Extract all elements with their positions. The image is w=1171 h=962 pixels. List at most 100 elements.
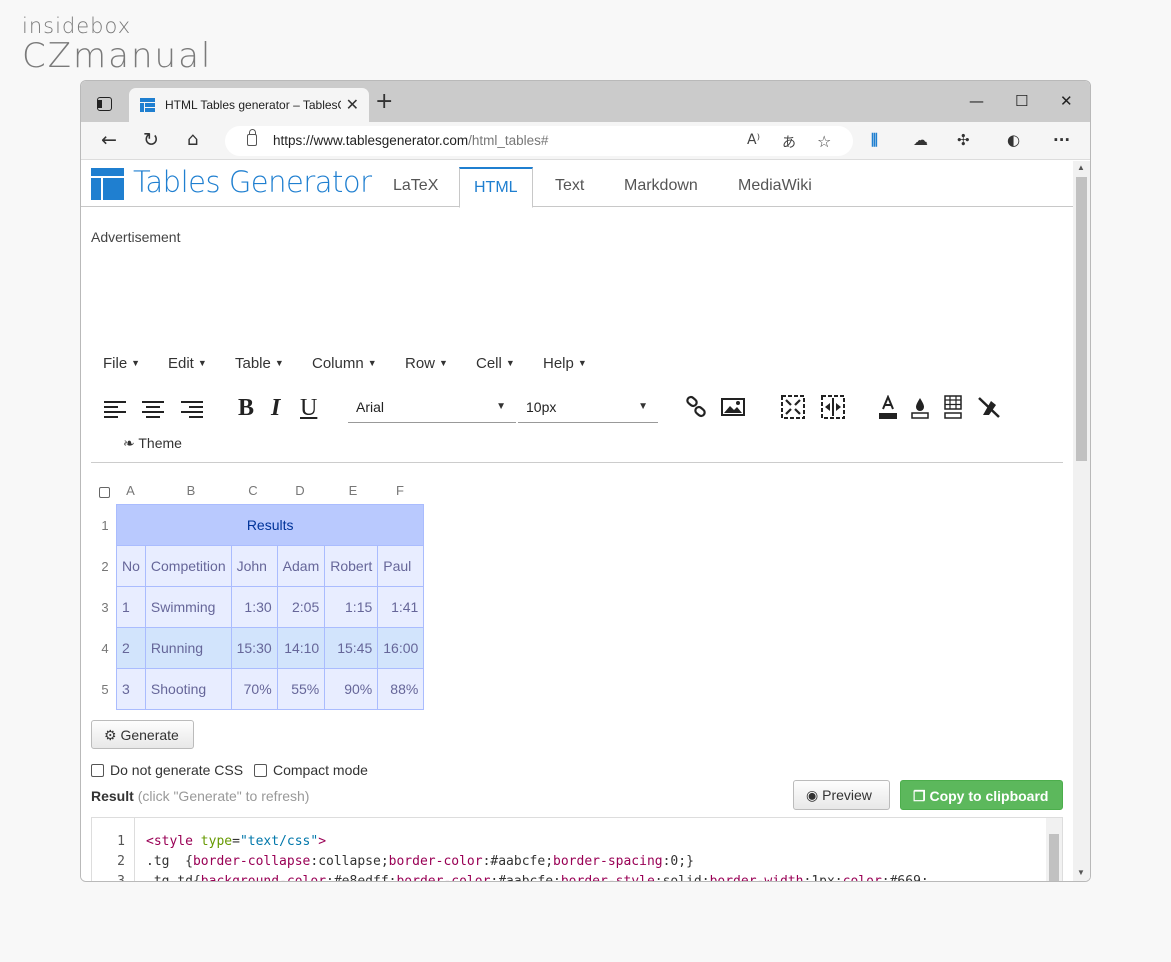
font-size-select[interactable]: 10px ▼	[518, 399, 658, 423]
site-logo-text[interactable]: Tables Generator	[133, 165, 372, 199]
tab-markdown[interactable]: Markdown	[624, 177, 698, 195]
menu-help[interactable]: Help ▼	[543, 355, 587, 372]
cloud-icon[interactable]: ☁	[913, 131, 928, 149]
extensions-puzzle-icon[interactable]: ✣	[957, 131, 970, 149]
compact-mode-option[interactable]: Compact mode	[254, 762, 368, 778]
merge-cells-icon[interactable]	[821, 395, 845, 419]
table-cell[interactable]: Paul	[377, 545, 425, 587]
translate-icon[interactable]: あ	[782, 132, 796, 152]
copy-to-clipboard-button[interactable]: ❐ Copy to clipboard	[900, 780, 1063, 810]
table-cell[interactable]: Competition	[144, 545, 232, 587]
table-cell[interactable]: 1	[116, 586, 146, 628]
lock-icon[interactable]	[247, 129, 257, 146]
menu-edit[interactable]: Edit ▼	[168, 355, 207, 372]
browser-tab[interactable]: HTML Tables generator – TablesGenerator.…	[129, 88, 369, 122]
borders-icon[interactable]	[941, 395, 965, 419]
table-cell[interactable]: 2:05	[276, 586, 326, 628]
table-cell[interactable]: 1:15	[324, 586, 379, 628]
table-cell[interactable]: 2	[116, 627, 146, 669]
menu-row[interactable]: Row ▼	[405, 355, 448, 372]
table-cell[interactable]: Shooting	[144, 668, 232, 710]
url-text[interactable]: https://www.tablesgenerator.com/html_tab…	[273, 133, 548, 148]
row-header-5[interactable]: 5	[95, 682, 115, 697]
back-icon[interactable]: ←	[101, 129, 117, 151]
menu-column[interactable]: Column ▼	[312, 355, 377, 372]
site-logo-icon[interactable]	[91, 168, 124, 200]
clear-formatting-icon[interactable]	[977, 395, 1001, 419]
tab-mediawiki[interactable]: MediaWiki	[738, 177, 812, 195]
table-cell[interactable]: 15:30	[230, 627, 278, 669]
table-cell[interactable]: 3	[116, 668, 146, 710]
table-cell[interactable]: 90%	[324, 668, 379, 710]
profile-icon[interactable]: ◐	[1007, 131, 1020, 149]
tab-text[interactable]: Text	[555, 177, 584, 195]
tab-html[interactable]: HTML	[459, 167, 533, 208]
table-cell[interactable]: 1:41	[377, 586, 425, 628]
page-scrollbar-thumb[interactable]	[1076, 177, 1087, 461]
table-cell[interactable]: Running	[144, 627, 232, 669]
menu-table[interactable]: Table ▼	[235, 355, 284, 372]
table-cell[interactable]: John	[230, 545, 278, 587]
column-header-b[interactable]: B	[147, 483, 235, 498]
table-cell[interactable]: 14:10	[276, 627, 326, 669]
table-cell[interactable]: 16:00	[377, 627, 425, 669]
url-field[interactable]: https://www.tablesgenerator.com/html_tab…	[225, 126, 853, 156]
tab-close-icon[interactable]: ✕	[346, 95, 359, 115]
maximize-button[interactable]: ☐	[1015, 92, 1028, 110]
refresh-icon[interactable]: ↻	[143, 129, 159, 151]
text-color-icon[interactable]	[876, 395, 900, 419]
generate-button[interactable]: ⚙ Generate	[91, 720, 194, 749]
read-aloud-icon[interactable]: A⁾	[747, 132, 760, 148]
theme-button[interactable]: ❧ Theme	[123, 435, 182, 452]
link-icon[interactable]	[684, 395, 708, 419]
html-code-output[interactable]: 1 2 3 <style type="text/css"> .tg {borde…	[91, 817, 1063, 881]
align-left-icon[interactable]	[104, 401, 126, 418]
extension-icon[interactable]: ⫼	[871, 131, 878, 149]
menu-file[interactable]: File ▼	[103, 355, 140, 372]
more-menu-icon[interactable]: ···	[1053, 131, 1070, 149]
column-header-f[interactable]: F	[380, 483, 420, 498]
table-cell[interactable]: 1:30	[230, 586, 278, 628]
select-all-checkbox[interactable]	[99, 487, 110, 498]
table-cell[interactable]: 55%	[276, 668, 326, 710]
font-family-select[interactable]: Arial ▼	[348, 399, 516, 423]
column-header-d[interactable]: D	[279, 483, 321, 498]
italic-button[interactable]: I	[271, 395, 280, 422]
table-cell[interactable]: 15:45	[324, 627, 379, 669]
row-header-1[interactable]: 1	[95, 518, 115, 533]
table-cell[interactable]: No	[116, 545, 146, 587]
align-center-icon[interactable]	[142, 401, 164, 418]
code-scrollbar[interactable]	[1046, 818, 1062, 881]
new-tab-button[interactable]: +	[375, 89, 393, 114]
row-header-2[interactable]: 2	[95, 559, 115, 574]
underline-button[interactable]: U	[300, 395, 317, 422]
favorite-add-icon[interactable]: ☆	[817, 132, 831, 151]
page-scrollbar[interactable]: ▲ ▼	[1073, 161, 1090, 881]
table-cell-title[interactable]: Results	[115, 504, 425, 546]
column-header-c[interactable]: C	[233, 483, 273, 498]
home-icon[interactable]: ⌂	[187, 129, 198, 150]
tab-latex[interactable]: LaTeX	[393, 177, 438, 195]
image-icon[interactable]	[721, 395, 745, 419]
column-header-e[interactable]: E	[327, 483, 379, 498]
row-header-3[interactable]: 3	[95, 600, 115, 615]
table-cell[interactable]: 88%	[377, 668, 425, 710]
no-css-checkbox[interactable]	[91, 764, 104, 777]
preview-button[interactable]: ◉ Preview	[793, 780, 890, 810]
table-cell[interactable]: Robert	[324, 545, 379, 587]
align-right-icon[interactable]	[181, 401, 203, 418]
split-cells-icon[interactable]	[781, 395, 805, 419]
column-header-a[interactable]: A	[118, 483, 143, 498]
minimize-button[interactable]: —	[969, 92, 984, 110]
compact-mode-checkbox[interactable]	[254, 764, 267, 777]
close-window-button[interactable]: ✕	[1060, 92, 1073, 110]
table-cell[interactable]: Adam	[276, 545, 326, 587]
tab-actions-icon[interactable]	[97, 97, 112, 111]
table-cell[interactable]: Swimming	[144, 586, 232, 628]
row-header-4[interactable]: 4	[95, 641, 115, 656]
table-cell[interactable]: 70%	[230, 668, 278, 710]
menu-cell[interactable]: Cell ▼	[476, 355, 515, 372]
bold-button[interactable]: B	[238, 395, 254, 422]
background-color-icon[interactable]	[908, 395, 932, 419]
no-css-option[interactable]: Do not generate CSS	[91, 762, 243, 778]
